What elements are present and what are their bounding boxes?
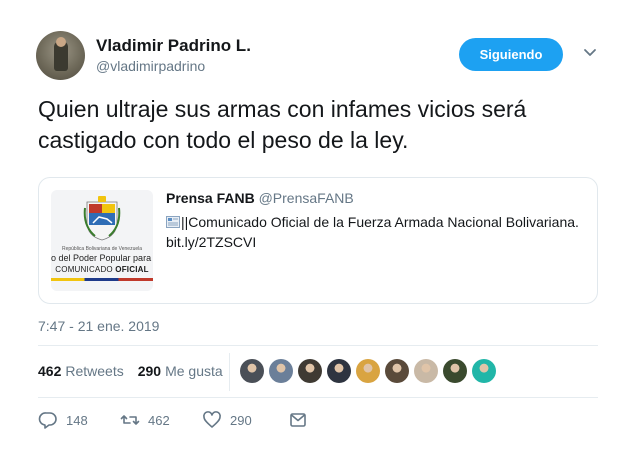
likers-avatars [240, 359, 496, 383]
author-name[interactable]: Vladimir Padrino L. [96, 36, 251, 56]
liker-avatar[interactable] [443, 359, 467, 383]
author-avatar[interactable] [36, 31, 85, 80]
newspaper-icon [166, 216, 180, 228]
like-action[interactable]: 290 [202, 410, 288, 430]
retweet-action[interactable]: 462 [120, 410, 202, 430]
liker-avatar[interactable] [298, 359, 322, 383]
reply-action[interactable]: 148 [38, 410, 120, 430]
quoted-body-text: ||Comunicado Oficial de la Fuerza Armada… [181, 214, 579, 230]
liker-avatar[interactable] [472, 359, 496, 383]
tweet-actions: 148 462 290 [38, 410, 308, 430]
divider [38, 345, 598, 346]
thumbnail-country-text: República Bolivariana de Venezuela [61, 246, 143, 252]
avatar-head [56, 37, 66, 47]
liker-avatar[interactable] [414, 359, 438, 383]
quoted-author-handle[interactable]: @PrensaFANB [259, 190, 354, 206]
tweet-stats: 462 Retweets 290 Me gusta [38, 363, 223, 379]
liker-avatar[interactable] [240, 359, 264, 383]
thumbnail-ministry-text: o del Poder Popular para la [51, 253, 153, 263]
following-button[interactable]: Siguiendo [459, 38, 563, 71]
liker-avatar[interactable] [385, 359, 409, 383]
divider [38, 397, 598, 398]
liker-avatar[interactable] [327, 359, 351, 383]
thumbnail-comunicado-text: COMUNICADO OFICIAL [55, 265, 149, 274]
author-handle[interactable]: @vladimirpadrino [96, 58, 205, 74]
liker-avatar[interactable] [269, 359, 293, 383]
thumbnail-flag-stripe [51, 278, 153, 281]
heart-icon[interactable] [202, 410, 222, 430]
likes-stat[interactable]: 290 Me gusta [138, 363, 223, 379]
quoted-link[interactable]: bit.ly/2TZSCVI [166, 234, 256, 250]
message-action[interactable] [288, 410, 308, 430]
tweet-text: Quien ultraje sus armas con infames vici… [38, 96, 527, 153]
reply-icon[interactable] [38, 410, 58, 430]
coat-of-arms-icon [83, 196, 121, 241]
chevron-down-icon[interactable] [583, 46, 597, 60]
retweet-count: 462 [148, 412, 170, 428]
reply-count: 148 [66, 412, 88, 428]
retweet-icon[interactable] [120, 410, 140, 430]
like-count: 290 [230, 412, 252, 428]
tweet-timestamp[interactable]: 7:47 - 21 ene. 2019 [38, 318, 159, 334]
stats-separator [229, 353, 230, 391]
quoted-author[interactable]: Prensa FANB @PrensaFANB [166, 190, 354, 206]
envelope-icon[interactable] [288, 410, 308, 430]
quoted-text: ||Comunicado Oficial de la Fuerza Armada… [166, 212, 586, 252]
quoted-author-name[interactable]: Prensa FANB [166, 190, 255, 206]
quoted-tweet-card[interactable]: República Bolivariana de Venezuela o del… [38, 177, 598, 304]
liker-avatar[interactable] [356, 359, 380, 383]
retweets-stat[interactable]: 462 Retweets [38, 363, 124, 379]
quoted-thumbnail: República Bolivariana de Venezuela o del… [51, 190, 153, 291]
